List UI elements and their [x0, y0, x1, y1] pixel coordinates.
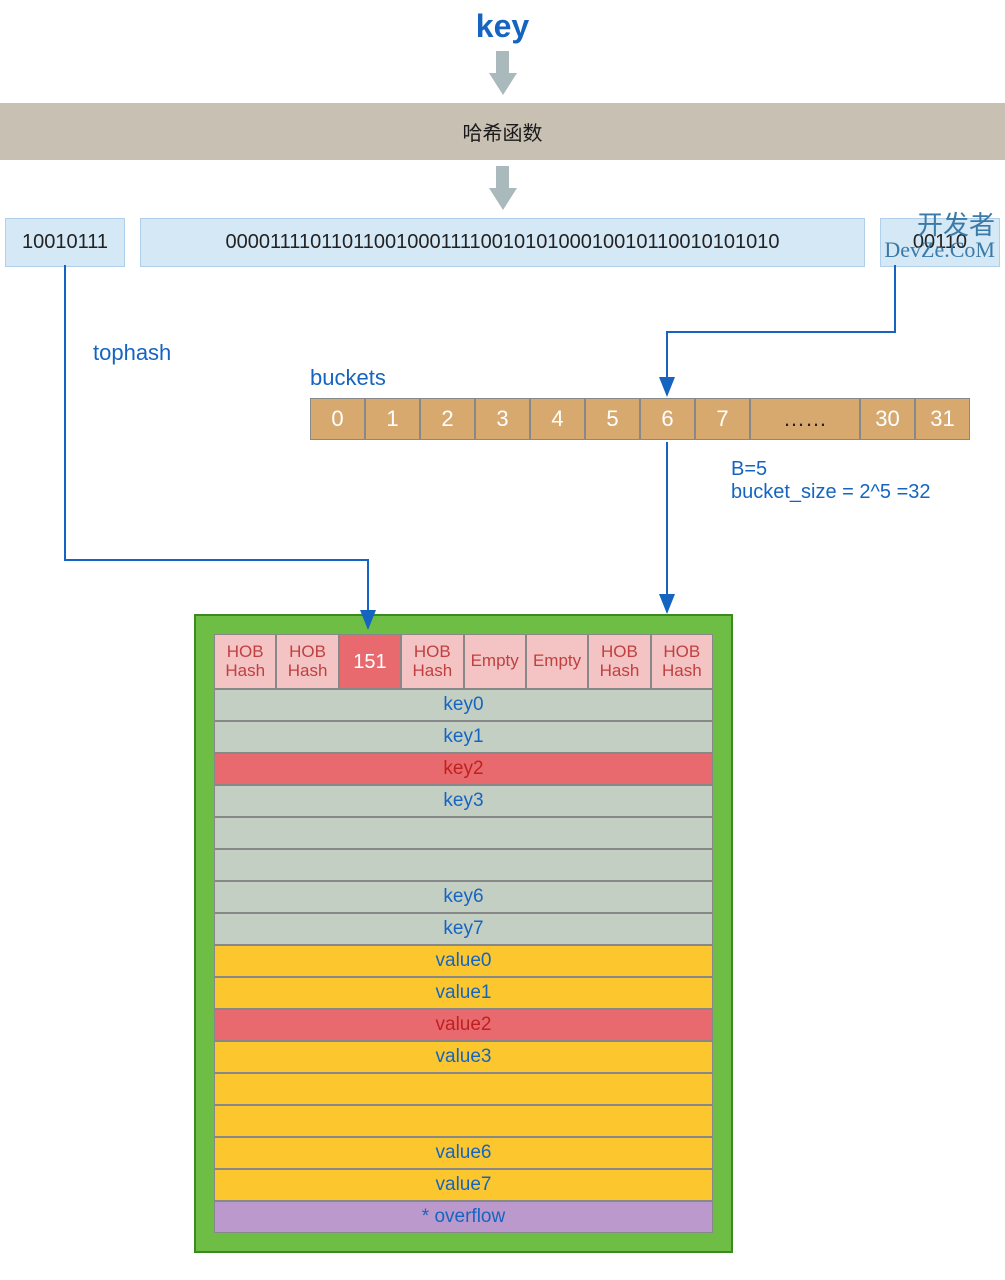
- tophash-cell: HOBHash: [588, 634, 650, 689]
- tophash-cell: HOBHash: [276, 634, 338, 689]
- key-row-empty: [214, 849, 713, 881]
- key-row: key6: [214, 881, 713, 913]
- bucket-info: B=5 bucket_size = 2^5 =32: [731, 458, 931, 504]
- tophash-cell-highlighted: 151: [339, 634, 401, 689]
- arrow-down-icon: [489, 188, 517, 210]
- bucket-cell: 7: [695, 398, 750, 440]
- watermark: 开发者 DevZe.CoM: [884, 213, 995, 261]
- bucket-cell: 3: [475, 398, 530, 440]
- key-row: key0: [214, 689, 713, 721]
- value-row: value0: [214, 945, 713, 977]
- value-row-highlighted: value2: [214, 1009, 713, 1041]
- tophash-cell: HOBHash: [651, 634, 713, 689]
- bucket-ellipsis: ……: [750, 398, 860, 440]
- value-row-empty: [214, 1105, 713, 1137]
- value-row: value1: [214, 977, 713, 1009]
- bucket-cell: 5: [585, 398, 640, 440]
- b-label: B=5: [731, 458, 931, 481]
- watermark-line2: DevZe.CoM: [884, 239, 995, 261]
- key-row: key7: [214, 913, 713, 945]
- buckets-label: buckets: [310, 365, 386, 391]
- tophash-cell: HOBHash: [401, 634, 463, 689]
- value-row-empty: [214, 1073, 713, 1105]
- overflow-row: * overflow: [214, 1201, 713, 1233]
- hash-function-box: 哈希函数: [0, 103, 1005, 160]
- tophash-array: HOBHash HOBHash 151 HOBHash Empty Empty …: [214, 634, 713, 689]
- bucket-cell-selected: 6: [640, 398, 695, 440]
- hash-high-bits: 10010111: [5, 218, 125, 267]
- key-row-empty: [214, 817, 713, 849]
- bucket-cell: 30: [860, 398, 915, 440]
- arrow-down-icon: [489, 73, 517, 95]
- bucket-cell: 0: [310, 398, 365, 440]
- value-row: value3: [214, 1041, 713, 1073]
- tophash-cell-empty: Empty: [464, 634, 526, 689]
- bucket-size-label: bucket_size = 2^5 =32: [731, 481, 931, 504]
- hash-output-row: 10010111 0000111101101100100011110010101…: [0, 218, 1005, 267]
- tophash-cell: HOBHash: [214, 634, 276, 689]
- bucket-cell: 2: [420, 398, 475, 440]
- value-row: value7: [214, 1169, 713, 1201]
- tophash-cell-empty: Empty: [526, 634, 588, 689]
- bucket-cell: 31: [915, 398, 970, 440]
- key-row: key3: [214, 785, 713, 817]
- bucket-cell: 1: [365, 398, 420, 440]
- watermark-line1: 开发者: [884, 213, 995, 239]
- buckets-array: 0 1 2 3 4 5 6 7 …… 30 31: [310, 398, 970, 440]
- bucket-cell: 4: [530, 398, 585, 440]
- tophash-label: tophash: [93, 340, 171, 366]
- key-row-highlighted: key2: [214, 753, 713, 785]
- value-row: value6: [214, 1137, 713, 1169]
- bucket-detail-box: HOBHash HOBHash 151 HOBHash Empty Empty …: [194, 614, 733, 1253]
- hash-mid-bits: 0000111101101100100011110010101000100101…: [140, 218, 865, 267]
- key-row: key1: [214, 721, 713, 753]
- title-key: key: [476, 8, 529, 44]
